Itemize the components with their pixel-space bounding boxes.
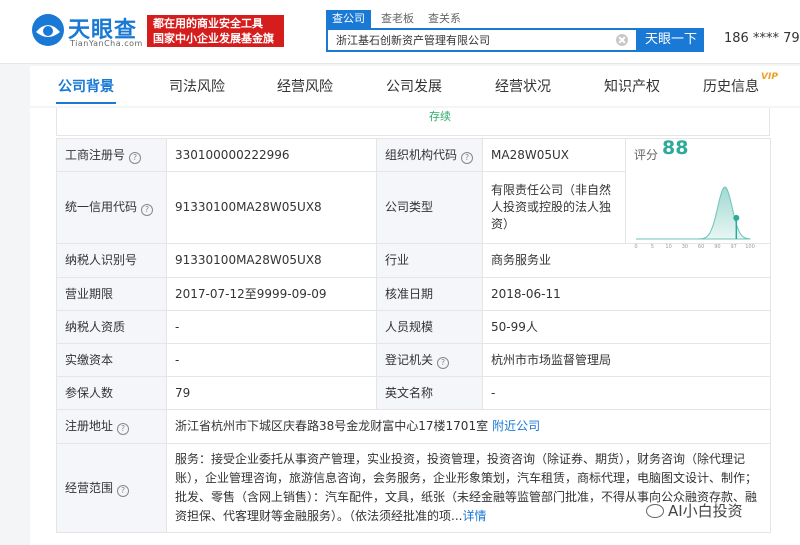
help-icon[interactable]: ? [461,151,474,164]
value-registration-authority: 杭州市市场监督管理局 [482,343,771,377]
label-staff-size: 人员规模 [376,310,483,344]
wechat-icon [646,504,664,518]
tab-relation[interactable]: 查关系 [428,10,461,28]
clear-icon[interactable] [616,34,628,46]
score-curve [636,186,751,240]
score-axis-tick: 10 [665,244,671,250]
value-company-type: 有限责任公司（非自然人投资或控股的法人独资） [482,171,626,244]
logo-subtext: TianYanCha.com [70,39,143,48]
label-approval-date: 核准日期 [376,277,483,311]
logo-eye-icon [32,14,64,46]
table-row: 实缴资本 - 登记机关? 杭州市市场监督管理局 [56,343,771,377]
score-axis-tick: 0 [634,244,637,250]
help-icon[interactable]: ? [437,356,450,369]
score-axis-tick: 90 [714,244,720,250]
slogan-line-2: 国家中小企业发展基金旗下 [153,32,274,60]
wechat-watermark: AI小白投资 [646,500,743,521]
score-axis-tick: 100 [745,244,755,250]
watermark-text: AI小白投资 [668,502,743,520]
label-registration-authority: 登记机关 [385,352,434,367]
business-info-table: 工商注册号? 330100000222996 组织机构代码? MA28W05UX… [56,138,771,533]
value-registered-address: 浙江省杭州市下城区庆春路38号金龙财富中心17楼1701室 [175,419,489,433]
value-staff-size: 50-99人 [482,310,771,344]
user-phone[interactable]: 186 **** 7997 [724,31,800,46]
label-insured-count: 参保人数 [56,376,167,410]
value-credit-code: 91330100MA28W05UX8 [166,171,377,244]
company-info-panel: 存续 工商注册号? 330100000222996 组织机构代码? MA28W0… [30,108,800,545]
tab-company-background[interactable]: 公司背景 [58,76,114,96]
score-distribution-chart: 0 5 10 30 60 90 97 100 [634,186,755,250]
label-business-scope: 经营范围 [65,480,114,495]
score-value: 88 [662,137,689,159]
score-panel[interactable]: 评分 88 0 5 10 30 60 90 97 100 [625,137,771,250]
label-org-code: 组织机构代码 [385,147,458,162]
search-button[interactable]: 天眼一下 [638,28,704,52]
value-english-name: - [482,376,771,410]
value-paid-capital: - [166,343,377,377]
label-reg-number: 工商注册号 [65,147,126,162]
tianyancha-logo[interactable]: 天眼查 TianYanCha.com [30,12,142,52]
score-axis-tick: 60 [698,244,704,250]
table-row: 注册地址? 浙江省杭州市下城区庆春路38号金龙财富中心17楼1701室 附近公司 [56,409,771,444]
table-row: 参保人数 79 英文名称 - [56,376,771,410]
slogan-banner[interactable]: 都在用的商业安全工具 国家中小企业发展基金旗下 [147,15,284,60]
value-reg-number: 330100000222996 [166,138,377,172]
score-axis-tick: 97 [731,244,737,250]
help-icon[interactable]: ? [117,423,130,435]
tab-boss[interactable]: 查老板 [381,10,414,28]
tab-operating-status[interactable]: 经营状况 [495,76,551,96]
tab-intellectual-property[interactable]: 知识产权 [604,76,660,96]
status-value: 存续 [429,110,451,123]
label-business-term: 营业期限 [56,277,167,311]
tab-history[interactable]: 历史信息 [703,76,759,96]
status-strip: 存续 [56,108,770,136]
slogan-line-1: 都在用的商业安全工具 [153,17,263,30]
section-nav: 公司背景 司法风险 经营风险 公司发展 经营状况 知识产权 历史信息 VIP [30,66,800,106]
label-credit-code: 统一信用代码 [65,200,138,214]
label-company-type: 公司类型 [376,171,483,244]
label-industry: 行业 [376,243,483,278]
help-icon[interactable]: ? [117,484,130,497]
search-box [326,28,638,52]
value-business-term: 2017-07-12至9999-09-09 [166,277,377,311]
label-taxpayer-id: 纳税人识别号 [56,243,167,278]
tab-legal-risk[interactable]: 司法风险 [169,76,225,96]
label-taxpayer-qualification: 纳税人资质 [56,310,167,344]
nearby-companies-link[interactable]: 附近公司 [492,419,540,433]
label-registered-address: 注册地址 [65,419,114,433]
tab-company[interactable]: 查公司 [326,10,371,28]
help-icon[interactable]: ? [129,151,142,164]
top-header: 天眼查 TianYanCha.com 都在用的商业安全工具 国家中小企业发展基金… [0,0,800,64]
vip-badge: VIP [761,72,778,82]
value-insured-count: 79 [166,376,377,410]
table-row: 纳税人资质 - 人员规模 50-99人 [56,310,771,344]
value-taxpayer-qualification: - [166,310,377,344]
search-input[interactable] [336,32,616,48]
score-label: 评分 [634,148,659,162]
tab-company-development[interactable]: 公司发展 [386,76,442,96]
details-link[interactable]: 详情 [462,509,486,523]
help-icon[interactable]: ? [141,204,154,216]
table-row: 营业期限 2017-07-12至9999-09-09 核准日期 2018-06-… [56,277,771,311]
value-approval-date: 2018-06-11 [482,277,771,311]
active-tab-underline [56,102,116,104]
label-english-name: 英文名称 [376,376,483,410]
score-marker-dot [733,214,740,221]
label-paid-capital: 实缴资本 [56,343,167,377]
value-org-code: MA28W05UX [482,138,626,172]
score-axis-tick: 30 [682,244,688,250]
tab-operating-risk[interactable]: 经营风险 [277,76,333,96]
value-taxpayer-id: 91330100MA28W05UX8 [166,243,377,278]
score-axis-tick: 5 [651,244,654,250]
table-row: 工商注册号? 330100000222996 组织机构代码? MA28W05UX… [56,138,771,250]
